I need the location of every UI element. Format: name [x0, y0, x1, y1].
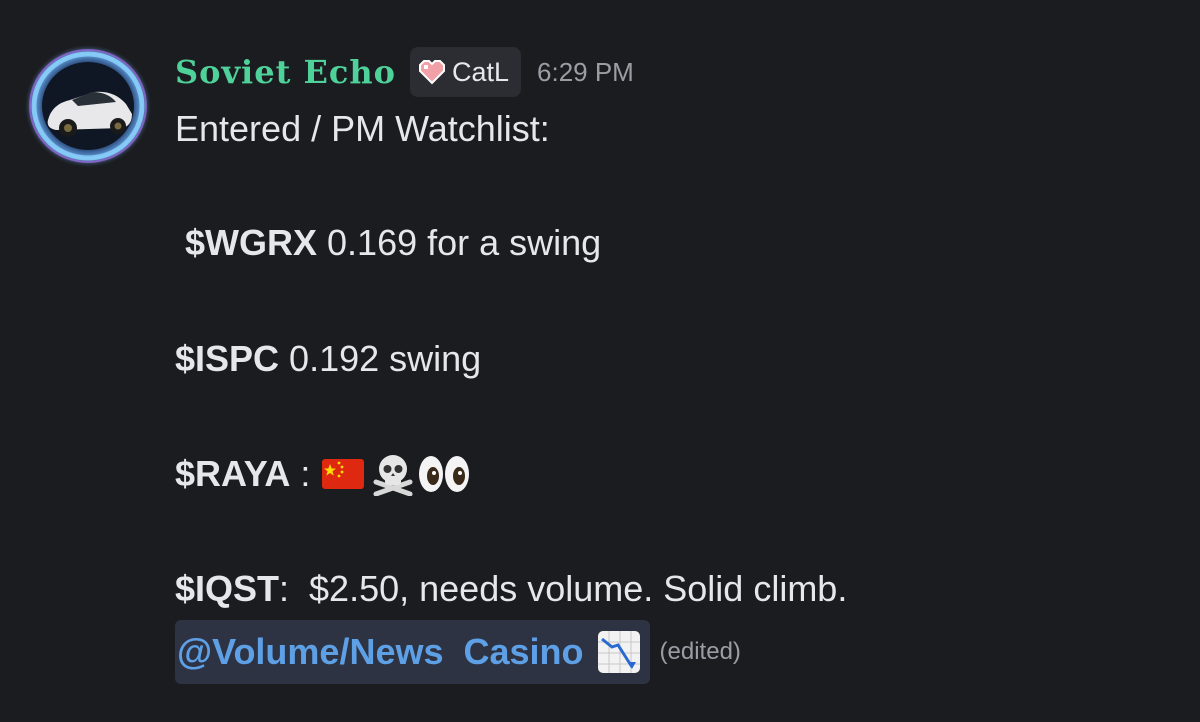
line-3-text: 0.192 swing [279, 338, 482, 379]
avatar[interactable] [22, 42, 154, 170]
guild-tag-label: CatL [451, 56, 510, 87]
pixel-heart-icon [418, 60, 445, 85]
username[interactable]: Soviet Echo [175, 53, 396, 91]
line-2-text: 0.169 for a swing [317, 222, 602, 263]
message-line-4: $RAYA : [175, 452, 472, 496]
message-header: Soviet Echo CatL 6:29 PM [175, 46, 634, 98]
line-5-text: : $2.50, needs volume. Solid climb. [279, 568, 848, 609]
line-4-text: : [290, 453, 321, 494]
ticker-raya: $RAYA [175, 453, 291, 494]
chart-decreasing-icon [597, 631, 640, 673]
message-line-5: $IQST: $2.50, needs volume. Solid climb. [175, 568, 847, 610]
skull-crossbones-icon [373, 455, 413, 496]
ticker-ispc: $ISPC [175, 338, 280, 379]
message-line-3: $ISPC 0.192 swing [175, 338, 481, 380]
eyes-icon [419, 456, 470, 492]
message-line-2: $WGRX 0.169 for a swing [175, 222, 601, 264]
edited-label: (edited) [659, 638, 741, 665]
ticker-wgrx: $WGRX [185, 222, 318, 263]
message-line-1: Entered / PM Watchlist: [175, 108, 550, 149]
chat-message: Soviet Echo CatL 6:29 PM Entered / PM Wa… [0, 0, 1200, 722]
role-mention[interactable]: @Volume/News Casino [175, 620, 650, 684]
timestamp: 6:29 PM [537, 56, 634, 87]
guild-tag[interactable]: CatL [409, 47, 522, 97]
china-flag-icon [322, 459, 365, 489]
mention-row: @Volume/News Casino (edited) [175, 620, 741, 684]
ticker-iqst: $IQST [175, 568, 280, 609]
role-mention-label: @Volume/News Casino [177, 631, 584, 672]
